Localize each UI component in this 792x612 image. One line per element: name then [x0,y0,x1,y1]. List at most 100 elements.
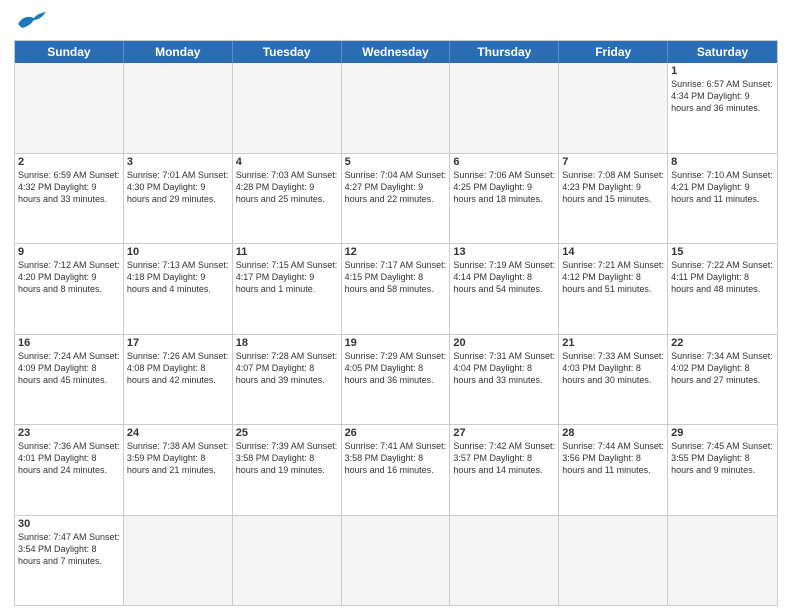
day-info: Sunrise: 7:28 AM Sunset: 4:07 PM Dayligh… [236,350,338,386]
day-info: Sunrise: 7:03 AM Sunset: 4:28 PM Dayligh… [236,169,338,205]
calendar-cell-r1c0: 2Sunrise: 6:59 AM Sunset: 4:32 PM Daylig… [15,154,124,244]
header-day-sunday: Sunday [15,41,124,63]
calendar-body: 1Sunrise: 6:57 AM Sunset: 4:34 PM Daylig… [15,63,777,605]
day-number: 22 [671,337,774,349]
logo [14,10,48,34]
day-number: 7 [562,156,664,168]
day-number: 24 [127,427,229,439]
calendar-cell-r0c0 [15,63,124,153]
calendar-cell-r0c6: 1Sunrise: 6:57 AM Sunset: 4:34 PM Daylig… [668,63,777,153]
day-info: Sunrise: 7:10 AM Sunset: 4:21 PM Dayligh… [671,169,774,205]
day-info: Sunrise: 7:33 AM Sunset: 4:03 PM Dayligh… [562,350,664,386]
calendar-cell-r4c5: 28Sunrise: 7:44 AM Sunset: 3:56 PM Dayli… [559,425,668,515]
day-number: 23 [18,427,120,439]
calendar-cell-r3c1: 17Sunrise: 7:26 AM Sunset: 4:08 PM Dayli… [124,335,233,425]
calendar-cell-r5c6 [668,516,777,606]
day-info: Sunrise: 7:24 AM Sunset: 4:09 PM Dayligh… [18,350,120,386]
calendar-header: SundayMondayTuesdayWednesdayThursdayFrid… [15,41,777,63]
day-number: 21 [562,337,664,349]
day-info: Sunrise: 7:15 AM Sunset: 4:17 PM Dayligh… [236,259,338,295]
calendar-cell-r4c0: 23Sunrise: 7:36 AM Sunset: 4:01 PM Dayli… [15,425,124,515]
day-number: 16 [18,337,120,349]
day-info: Sunrise: 7:17 AM Sunset: 4:15 PM Dayligh… [345,259,447,295]
calendar-cell-r4c6: 29Sunrise: 7:45 AM Sunset: 3:55 PM Dayli… [668,425,777,515]
day-number: 18 [236,337,338,349]
day-info: Sunrise: 7:42 AM Sunset: 3:57 PM Dayligh… [453,440,555,476]
day-number: 29 [671,427,774,439]
calendar-cell-r1c3: 5Sunrise: 7:04 AM Sunset: 4:27 PM Daylig… [342,154,451,244]
day-info: Sunrise: 7:47 AM Sunset: 3:54 PM Dayligh… [18,531,120,567]
calendar-row-4: 23Sunrise: 7:36 AM Sunset: 4:01 PM Dayli… [15,424,777,515]
calendar-cell-r5c1 [124,516,233,606]
calendar-cell-r5c5 [559,516,668,606]
day-info: Sunrise: 7:36 AM Sunset: 4:01 PM Dayligh… [18,440,120,476]
calendar-cell-r5c3 [342,516,451,606]
calendar-cell-r4c3: 26Sunrise: 7:41 AM Sunset: 3:58 PM Dayli… [342,425,451,515]
day-number: 19 [345,337,447,349]
calendar-cell-r3c2: 18Sunrise: 7:28 AM Sunset: 4:07 PM Dayli… [233,335,342,425]
calendar-row-0: 1Sunrise: 6:57 AM Sunset: 4:34 PM Daylig… [15,63,777,153]
calendar-row-2: 9Sunrise: 7:12 AM Sunset: 4:20 PM Daylig… [15,243,777,334]
calendar-cell-r4c2: 25Sunrise: 7:39 AM Sunset: 3:58 PM Dayli… [233,425,342,515]
day-number: 9 [18,246,120,258]
day-info: Sunrise: 7:31 AM Sunset: 4:04 PM Dayligh… [453,350,555,386]
calendar-cell-r0c3 [342,63,451,153]
calendar-cell-r3c4: 20Sunrise: 7:31 AM Sunset: 4:04 PM Dayli… [450,335,559,425]
day-number: 14 [562,246,664,258]
day-number: 1 [671,65,774,77]
calendar-cell-r2c4: 13Sunrise: 7:19 AM Sunset: 4:14 PM Dayli… [450,244,559,334]
calendar-cell-r1c5: 7Sunrise: 7:08 AM Sunset: 4:23 PM Daylig… [559,154,668,244]
day-number: 4 [236,156,338,168]
day-info: Sunrise: 6:59 AM Sunset: 4:32 PM Dayligh… [18,169,120,205]
day-number: 2 [18,156,120,168]
calendar-cell-r2c6: 15Sunrise: 7:22 AM Sunset: 4:11 PM Dayli… [668,244,777,334]
calendar: SundayMondayTuesdayWednesdayThursdayFrid… [14,40,778,606]
logo-bird-icon [16,10,48,32]
calendar-cell-r0c5 [559,63,668,153]
day-info: Sunrise: 7:08 AM Sunset: 4:23 PM Dayligh… [562,169,664,205]
calendar-row-5: 30Sunrise: 7:47 AM Sunset: 3:54 PM Dayli… [15,515,777,606]
day-number: 26 [345,427,447,439]
day-number: 28 [562,427,664,439]
day-info: Sunrise: 7:45 AM Sunset: 3:55 PM Dayligh… [671,440,774,476]
calendar-cell-r4c4: 27Sunrise: 7:42 AM Sunset: 3:57 PM Dayli… [450,425,559,515]
day-info: Sunrise: 7:26 AM Sunset: 4:08 PM Dayligh… [127,350,229,386]
day-number: 10 [127,246,229,258]
day-info: Sunrise: 7:22 AM Sunset: 4:11 PM Dayligh… [671,259,774,295]
calendar-row-1: 2Sunrise: 6:59 AM Sunset: 4:32 PM Daylig… [15,153,777,244]
page: SundayMondayTuesdayWednesdayThursdayFrid… [0,0,792,612]
calendar-cell-r0c2 [233,63,342,153]
header-day-monday: Monday [124,41,233,63]
calendar-cell-r3c3: 19Sunrise: 7:29 AM Sunset: 4:05 PM Dayli… [342,335,451,425]
calendar-cell-r2c2: 11Sunrise: 7:15 AM Sunset: 4:17 PM Dayli… [233,244,342,334]
header-day-tuesday: Tuesday [233,41,342,63]
day-info: Sunrise: 7:44 AM Sunset: 3:56 PM Dayligh… [562,440,664,476]
day-info: Sunrise: 7:06 AM Sunset: 4:25 PM Dayligh… [453,169,555,205]
day-number: 8 [671,156,774,168]
header-day-thursday: Thursday [450,41,559,63]
day-info: Sunrise: 7:21 AM Sunset: 4:12 PM Dayligh… [562,259,664,295]
day-number: 17 [127,337,229,349]
day-info: Sunrise: 7:01 AM Sunset: 4:30 PM Dayligh… [127,169,229,205]
calendar-cell-r2c3: 12Sunrise: 7:17 AM Sunset: 4:15 PM Dayli… [342,244,451,334]
calendar-cell-r0c1 [124,63,233,153]
day-number: 15 [671,246,774,258]
day-number: 20 [453,337,555,349]
day-info: Sunrise: 7:19 AM Sunset: 4:14 PM Dayligh… [453,259,555,295]
calendar-cell-r1c4: 6Sunrise: 7:06 AM Sunset: 4:25 PM Daylig… [450,154,559,244]
day-number: 12 [345,246,447,258]
calendar-cell-r3c6: 22Sunrise: 7:34 AM Sunset: 4:02 PM Dayli… [668,335,777,425]
calendar-cell-r5c2 [233,516,342,606]
day-info: Sunrise: 7:34 AM Sunset: 4:02 PM Dayligh… [671,350,774,386]
calendar-cell-r2c1: 10Sunrise: 7:13 AM Sunset: 4:18 PM Dayli… [124,244,233,334]
calendar-cell-r5c0: 30Sunrise: 7:47 AM Sunset: 3:54 PM Dayli… [15,516,124,606]
header-day-wednesday: Wednesday [342,41,451,63]
header-day-saturday: Saturday [668,41,777,63]
day-info: Sunrise: 7:39 AM Sunset: 3:58 PM Dayligh… [236,440,338,476]
calendar-cell-r1c2: 4Sunrise: 7:03 AM Sunset: 4:28 PM Daylig… [233,154,342,244]
calendar-cell-r3c0: 16Sunrise: 7:24 AM Sunset: 4:09 PM Dayli… [15,335,124,425]
day-info: Sunrise: 7:38 AM Sunset: 3:59 PM Dayligh… [127,440,229,476]
calendar-cell-r0c4 [450,63,559,153]
day-number: 27 [453,427,555,439]
calendar-cell-r4c1: 24Sunrise: 7:38 AM Sunset: 3:59 PM Dayli… [124,425,233,515]
